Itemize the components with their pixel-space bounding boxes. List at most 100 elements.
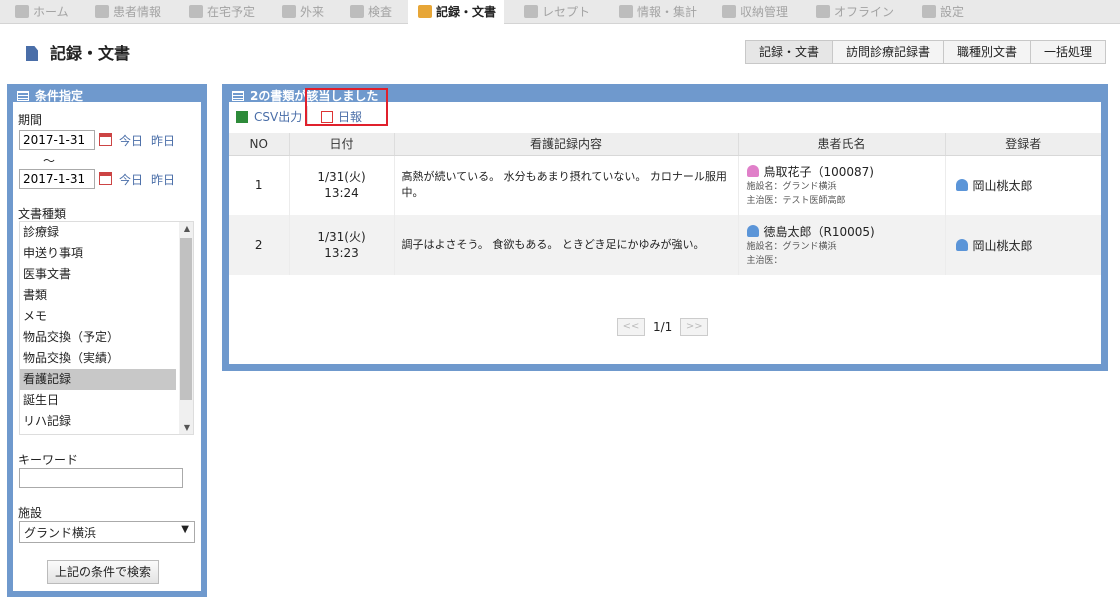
nav-payment[interactable]: 収納管理	[722, 0, 788, 24]
col-patient: 患者氏名	[738, 133, 946, 156]
row-registrant: 岡山桃太郎	[945, 155, 1101, 215]
male-user-icon	[746, 224, 759, 237]
chart-icon	[350, 5, 364, 18]
money-icon	[722, 5, 736, 18]
col-no: NO	[229, 133, 290, 156]
row-date: 1/31(火) 13:23	[289, 215, 395, 275]
tab-visit-medical-record[interactable]: 訪問診療記録書	[832, 40, 944, 64]
csv-export-button[interactable]: CSV出力	[236, 108, 302, 125]
facility-label: 施設	[18, 506, 43, 520]
row-content: 高熱が続いている。 水分もあまり摂れていない。 カロナール服用中。	[394, 155, 739, 215]
nav-home-schedule[interactable]: 在宅予定	[189, 0, 255, 24]
row-no: 2	[229, 215, 290, 275]
nav-outpatient[interactable]: 外来	[282, 0, 324, 24]
home-icon	[15, 5, 29, 18]
patient-doctor: 主治医：	[746, 255, 783, 266]
nav-receipt[interactable]: レセプト	[524, 0, 590, 24]
row-patient: 徳島太郎（R10005) 施設名：グランド横浜 主治医：	[738, 215, 946, 275]
yesterday-link-to[interactable]: 昨日	[151, 171, 175, 188]
info-icon	[619, 5, 633, 18]
col-registrant: 登録者	[945, 133, 1101, 156]
tab-batch-processing[interactable]: 一括処理	[1030, 40, 1106, 64]
nav-settings[interactable]: 設定	[922, 0, 964, 24]
excel-icon	[236, 111, 248, 123]
col-date: 日付	[289, 133, 395, 156]
period-label: 期間	[18, 113, 43, 127]
patient-name-link[interactable]: 徳島太郎（R10005)	[746, 223, 944, 240]
row-date: 1/31(火) 13:24	[289, 155, 395, 215]
scrollbar-thumb[interactable]	[180, 238, 192, 400]
notebook-icon	[418, 5, 432, 18]
table-header-row: NO 日付 看護記録内容 患者氏名 登録者	[229, 133, 1101, 156]
doc-type-list[interactable]: 診療録 申送り事項 医事文書 書類 メモ 物品交換（予定） 物品交換（実績） 看…	[19, 221, 194, 435]
patient-facility: 施設名：グランド横浜	[746, 181, 837, 192]
nav-records-documents[interactable]: 記録・文書	[408, 0, 505, 25]
results-panel: 2の書類が該当しました CSV出力 日報 NO 日付 看護記録内容 患者氏名 登…	[222, 84, 1108, 371]
row-patient: 鳥取花子（100087) 施設名：グランド横浜 主治医：テスト医師高郎	[738, 155, 946, 215]
col-content: 看護記録内容	[394, 133, 739, 156]
doc-type-item[interactable]: 診療録	[20, 222, 176, 243]
today-link-to[interactable]: 今日	[119, 171, 143, 188]
calendar-icon[interactable]	[99, 172, 112, 185]
scroll-up-icon[interactable]: ▲	[184, 224, 190, 233]
doc-type-item[interactable]: 書類	[20, 285, 176, 306]
header-tabs: 記録・文書 訪問診療記録書 職種別文書 一括処理	[744, 40, 1106, 64]
scroll-down-icon[interactable]: ▼	[184, 423, 190, 432]
panel-grid-icon	[232, 91, 244, 101]
facility-selected-value: グランド横浜	[24, 526, 97, 540]
doc-type-item-selected[interactable]: 看護記録	[20, 369, 176, 390]
plug-icon	[816, 5, 830, 18]
doc-type-item[interactable]: 物品交換（予定）	[20, 327, 176, 348]
calendar-icon[interactable]	[99, 133, 112, 146]
conditions-panel: 条件指定 期間 今日 昨日 ～ 今日 昨日 文書種類 診療録 申送り事項 医事文…	[7, 84, 207, 597]
user-icon	[955, 178, 968, 191]
records-table: NO 日付 看護記録内容 患者氏名 登録者 1 1/31(火) 13:24 高熱が…	[229, 133, 1101, 275]
patient-doctor: 主治医：テスト医師高郎	[746, 195, 846, 206]
receipt-icon	[524, 5, 538, 18]
patient-name-link[interactable]: 鳥取花子（100087)	[746, 163, 944, 180]
doc-type-item[interactable]: 誕生日	[20, 390, 176, 411]
gear-icon	[922, 5, 936, 18]
facility-select[interactable]: グランド横浜 ▼	[19, 521, 195, 543]
pagination: << 1/1 >>	[617, 317, 709, 337]
nav-home[interactable]: ホーム	[15, 0, 69, 24]
table-row[interactable]: 1 1/31(火) 13:24 高熱が続いている。 水分もあまり摂れていない。 カ…	[229, 155, 1101, 215]
yesterday-link-from[interactable]: 昨日	[151, 132, 175, 149]
search-button[interactable]: 上記の条件で検索	[47, 560, 160, 584]
doc-type-scrollbar[interactable]: ▲ ▼	[179, 222, 193, 434]
nav-patient-info[interactable]: 患者情報	[95, 0, 161, 24]
doc-type-item[interactable]: リハ記録	[20, 411, 176, 432]
prev-page-button[interactable]: <<	[617, 318, 645, 336]
table-row[interactable]: 2 1/31(火) 13:23 調子はよさそう。 食欲もある。 ときどき足にかゆみ…	[229, 215, 1101, 275]
top-nav: ホーム 患者情報 在宅予定 外来 検査 記録・文書 レセプト 情報・集計 収納管…	[0, 0, 1120, 25]
row-no: 1	[229, 155, 290, 215]
page-title: 記録・文書	[26, 40, 130, 64]
user-icon	[955, 238, 968, 251]
today-link-from[interactable]: 今日	[119, 132, 143, 149]
document-icon	[26, 46, 38, 61]
page-info: 1/1	[653, 320, 673, 334]
nav-exam[interactable]: 検査	[350, 0, 392, 24]
next-page-button[interactable]: >>	[680, 318, 709, 336]
doc-type-label: 文書種類	[18, 207, 67, 221]
nav-info-aggregate[interactable]: 情報・集計	[619, 0, 697, 24]
results-toolbar: CSV出力 日報	[229, 88, 1101, 130]
keyword-input[interactable]	[19, 468, 183, 488]
nav-offline[interactable]: オフライン	[816, 0, 894, 24]
schedule-icon	[189, 5, 203, 18]
keyword-label: キーワード	[18, 453, 79, 467]
date-to-input[interactable]	[19, 169, 95, 189]
female-user-icon	[746, 164, 759, 177]
tab-records-documents[interactable]: 記録・文書	[744, 40, 833, 64]
tab-job-type-documents[interactable]: 職種別文書	[943, 40, 1031, 64]
caret-down-icon: ▼	[181, 524, 189, 535]
tilde-separator: ～	[43, 154, 56, 168]
date-from-input[interactable]	[19, 130, 95, 150]
doc-type-item[interactable]: メモ	[20, 306, 176, 327]
results-body: CSV出力 日報 NO 日付 看護記録内容 患者氏名 登録者 1 1/31(火)…	[229, 88, 1101, 364]
patient-facility: 施設名：グランド横浜	[746, 241, 837, 252]
doc-type-item[interactable]: 申送り事項	[20, 243, 176, 264]
doc-type-item[interactable]: 物品交換（実績）	[20, 348, 176, 369]
doc-type-item[interactable]: 医事文書	[20, 264, 176, 285]
panel-grid-icon	[17, 91, 29, 101]
